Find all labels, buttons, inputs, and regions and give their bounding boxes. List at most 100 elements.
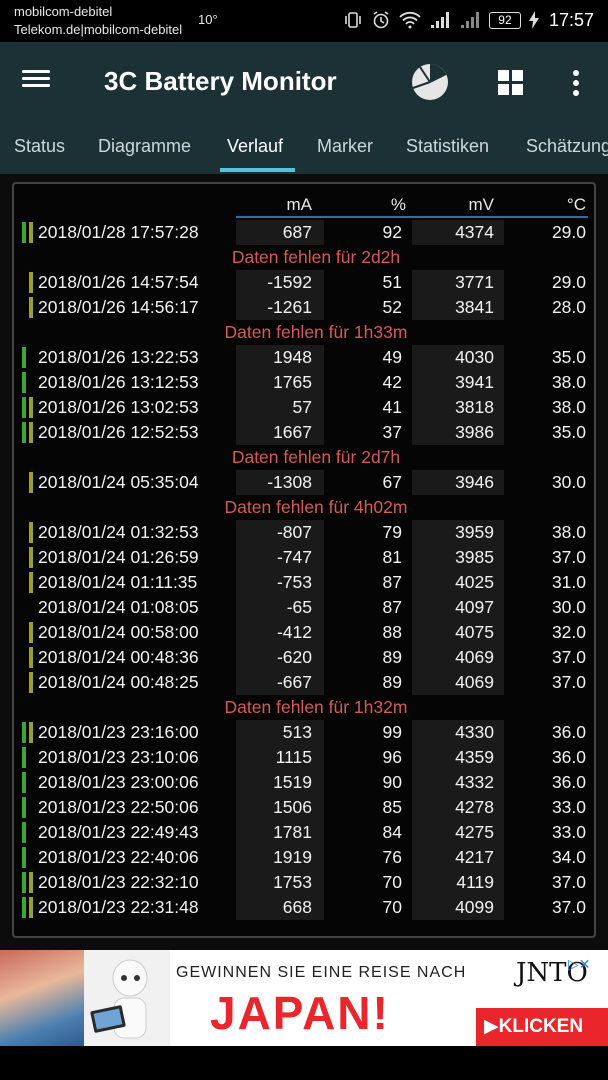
row-percent: 70 (382, 872, 402, 892)
table-row[interactable]: 2018/01/28 17:57:28 687 92 4374 29.0 (14, 220, 594, 245)
discharging-indicator (29, 422, 33, 443)
tab-marker[interactable]: Marker (317, 136, 373, 157)
row-percent: 76 (382, 847, 402, 867)
table-row[interactable]: 2018/01/24 01:32:53 -807 79 3959 38.0 (14, 520, 594, 545)
row-temperature: 28.0 (551, 297, 586, 317)
table-row[interactable]: 2018/01/23 22:50:06 1506 85 4278 33.0 (14, 795, 594, 820)
tab-verlauf[interactable]: Verlauf (227, 136, 283, 157)
table-row[interactable]: 2018/01/26 13:12:53 1765 42 3941 38.0 (14, 370, 594, 395)
header-divider (236, 216, 588, 218)
row-voltage: 3818 (455, 397, 494, 417)
row-current: 1948 (273, 347, 312, 367)
table-row[interactable]: 2018/01/24 01:08:05 -65 87 4097 30.0 (14, 595, 594, 620)
row-voltage: 4069 (455, 672, 494, 692)
table-row[interactable]: 2018/01/24 01:11:35 -753 87 4025 31.0 (14, 570, 594, 595)
row-voltage: 3985 (455, 547, 494, 567)
table-row[interactable]: 2018/01/24 00:48:25 -667 89 4069 37.0 (14, 670, 594, 695)
row-current: 1115 (275, 747, 312, 767)
row-datetime: 2018/01/28 17:57:28 (38, 222, 199, 242)
table-row[interactable]: 2018/01/23 22:31:48 668 70 4099 37.0 (14, 895, 594, 920)
table-row[interactable]: 2018/01/24 01:26:59 -747 81 3985 37.0 (14, 545, 594, 570)
row-voltage: 4359 (455, 747, 494, 767)
table-row[interactable]: 2018/01/26 14:57:54 -1592 51 3771 29.0 (14, 270, 594, 295)
row-percent: 49 (382, 347, 402, 367)
table-row[interactable]: 2018/01/26 13:02:53 57 41 3818 38.0 (14, 395, 594, 420)
row-current: 668 (282, 897, 312, 917)
wifi-icon (399, 11, 421, 29)
row-temperature: 37.0 (551, 872, 586, 892)
table-row[interactable]: 2018/01/24 00:58:00 -412 88 4075 32.0 (14, 620, 594, 645)
row-temperature: 37.0 (551, 647, 586, 667)
row-temperature: 30.0 (551, 597, 586, 617)
tab-statistiken[interactable]: Statistiken (406, 136, 489, 157)
hamburger-icon[interactable] (22, 66, 58, 98)
row-temperature: 36.0 (551, 722, 586, 742)
pie-chart-icon[interactable] (410, 62, 450, 102)
row-voltage: 3986 (455, 422, 494, 442)
row-voltage: 4030 (455, 347, 494, 367)
ad-banner[interactable]: GEWINNEN SIE EINE REISE NACH JAPAN! JNTO… (0, 950, 608, 1046)
row-percent: 89 (382, 672, 402, 692)
row-percent: 67 (382, 472, 402, 492)
table-row[interactable]: 2018/01/26 14:56:17 -1261 52 3841 28.0 (14, 295, 594, 320)
row-current: 1781 (273, 822, 312, 842)
row-datetime: 2018/01/24 00:58:00 (38, 622, 199, 642)
row-percent: 41 (382, 397, 402, 417)
grid-icon[interactable] (496, 68, 526, 98)
tab-diagramme[interactable]: Diagramme (98, 136, 191, 157)
signal-icon-2 (460, 12, 479, 28)
row-temperature: 36.0 (551, 747, 586, 767)
table-row[interactable]: 2018/01/23 23:10:06 1115 96 4359 36.0 (14, 745, 594, 770)
row-voltage: 4025 (455, 572, 494, 592)
row-temperature: 37.0 (551, 672, 586, 692)
row-voltage: 4097 (455, 597, 494, 617)
charging-indicator (22, 397, 26, 418)
table-row[interactable]: 2018/01/23 23:00:06 1519 90 4332 36.0 (14, 770, 594, 795)
table-row[interactable]: 2018/01/26 13:22:53 1948 49 4030 35.0 (14, 345, 594, 370)
row-current: -1308 (267, 472, 312, 492)
column-header-ma: mA (286, 195, 313, 214)
ad-choices-icon[interactable]: ▷✕ (568, 956, 591, 973)
table-row[interactable]: 2018/01/24 05:35:04 -1308 67 3946 30.0 (14, 470, 594, 495)
table-row[interactable]: 2018/01/23 23:16:00 513 99 4330 36.0 (14, 720, 594, 745)
row-current: 1519 (273, 772, 312, 792)
discharging-indicator (29, 722, 33, 743)
row-current: -412 (276, 622, 312, 642)
row-datetime: 2018/01/26 12:52:53 (38, 422, 199, 442)
discharging-indicator (29, 672, 33, 693)
row-datetime: 2018/01/24 05:35:04 (38, 472, 199, 492)
table-row[interactable]: 2018/01/23 22:40:06 1919 76 4217 34.0 (14, 845, 594, 870)
table-row[interactable]: 2018/01/23 22:32:10 1753 70 4119 37.0 (14, 870, 594, 895)
charging-indicator (22, 347, 26, 368)
more-vert-icon[interactable] (566, 68, 586, 98)
history-table[interactable]: mA % mV °C 2018/01/28 17:57:28 687 92 4374 2… (12, 182, 596, 938)
row-datetime: 2018/01/23 22:50:06 (38, 797, 199, 817)
app-bar: 3C Battery Monitor (0, 42, 608, 124)
ad-click-button[interactable]: ▶KLICKEN (476, 1008, 608, 1046)
app-title: 3C Battery Monitor (104, 66, 337, 96)
ad-photo (0, 950, 84, 1046)
row-percent: 92 (382, 222, 402, 242)
row-datetime: 2018/01/24 00:48:36 (38, 647, 199, 667)
tab-status[interactable]: Status (14, 136, 65, 157)
weather-temperature: 10° (198, 12, 218, 27)
charging-indicator (22, 722, 26, 743)
row-temperature: 31.0 (551, 572, 586, 592)
discharging-indicator (29, 397, 33, 418)
row-voltage: 4217 (455, 847, 494, 867)
discharging-indicator (29, 647, 33, 668)
row-voltage: 3771 (455, 272, 494, 292)
row-current: -753 (276, 572, 312, 592)
row-datetime: 2018/01/24 01:32:53 (38, 522, 199, 542)
row-datetime: 2018/01/23 22:40:06 (38, 847, 199, 867)
table-row[interactable]: 2018/01/24 00:48:36 -620 89 4069 37.0 (14, 645, 594, 670)
row-current: 57 (292, 397, 312, 417)
table-row[interactable]: 2018/01/23 22:49:43 1781 84 4275 33.0 (14, 820, 594, 845)
charging-bolt-icon (528, 11, 539, 29)
ad-headline: JAPAN! (210, 987, 390, 1039)
row-temperature: 35.0 (551, 422, 586, 442)
tab-schaetzung[interactable]: Schätzung (526, 136, 608, 157)
row-percent: 96 (382, 747, 402, 767)
row-temperature: 33.0 (551, 797, 586, 817)
table-row[interactable]: 2018/01/26 12:52:53 1667 37 3986 35.0 (14, 420, 594, 445)
